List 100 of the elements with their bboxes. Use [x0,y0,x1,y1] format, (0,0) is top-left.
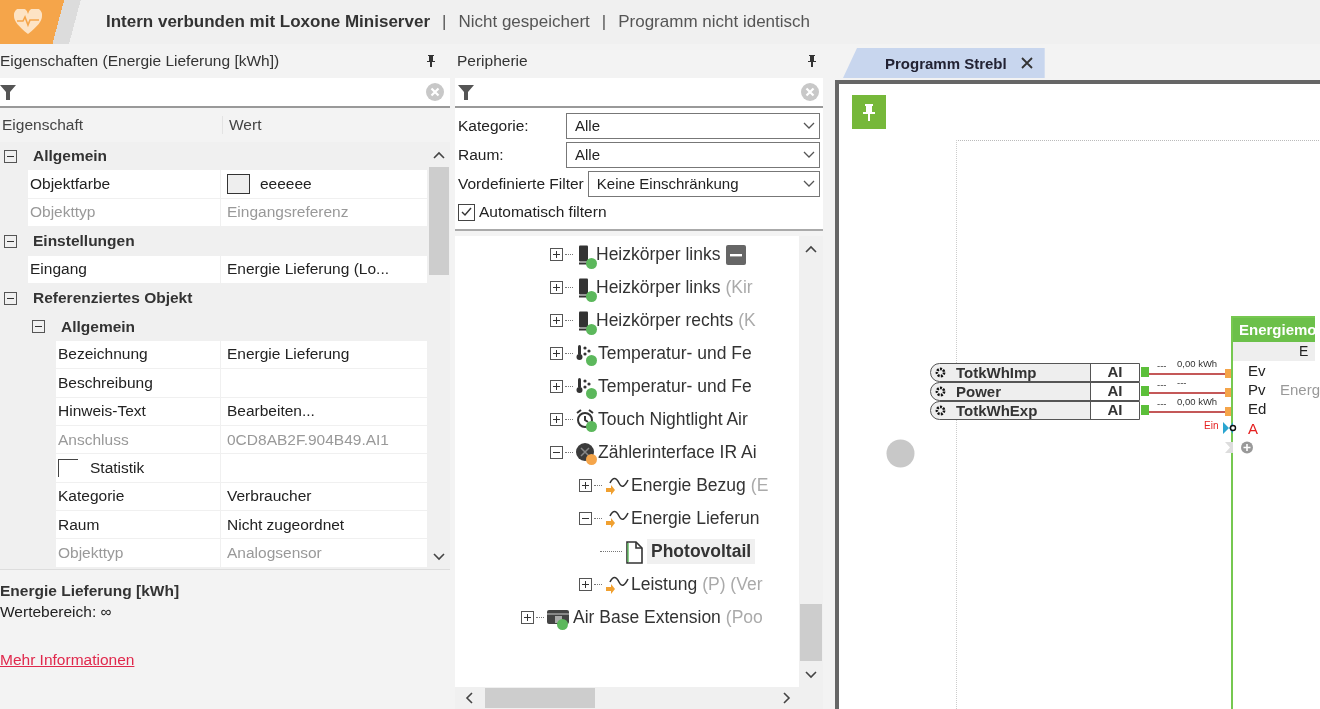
collapse-icon[interactable] [4,149,17,163]
dropdown-caret-icon [803,121,815,130]
editor-tab[interactable]: Programm Strebl [843,48,1045,78]
collapse-icon[interactable] [4,291,17,305]
description-text: Wertebereich: ∞ [0,602,113,622]
value-cell[interactable]: Energie Lieferung (Lo... [221,255,427,284]
value-cell[interactable]: Energie Lieferung [221,340,427,370]
status-text: Programm nicht identisch [618,12,810,32]
filter-field[interactable] [0,78,450,108]
minus-square-icon[interactable] [726,244,747,265]
property-value[interactable]: Bearbeiten... [227,402,315,421]
separator-text: | [601,12,607,32]
scroll-down-icon[interactable] [805,669,817,679]
scroll-up-icon[interactable] [805,245,817,255]
property-value[interactable]: Verbraucher [227,487,312,506]
close-icon[interactable] [1020,57,1033,69]
signal-value: --- [1157,398,1167,409]
tree-item[interactable]: Heizkörper links [596,244,721,265]
column-header[interactable]: Eigenschaft [0,116,223,134]
expand-icon[interactable] [550,314,563,327]
tree-item[interactable]: Photovoltail [647,539,756,564]
value-cell[interactable]: eeeeee [221,170,427,199]
input-type: AI [1090,383,1139,400]
tree-item[interactable]: Energie Bezug (E [631,475,769,496]
dropdown[interactable]: Alle [566,112,820,139]
expand-icon[interactable] [550,347,563,360]
filter-label: Vordefinierte Filter [458,174,584,193]
panel-title: Peripherie [457,52,528,70]
tree-item[interactable]: Heizkörper rechts (K [596,310,756,331]
group-label: Einstellungen [33,232,135,251]
property-name: Anschluss [58,430,129,449]
dropdown[interactable]: Keine Einschränkung [587,170,820,197]
expand-icon[interactable] [579,479,592,492]
checkbox[interactable] [58,459,78,477]
circle-handle[interactable] [886,439,915,468]
signal-value: 0,00 kWh [1177,358,1218,369]
scroll-left-icon[interactable] [465,692,475,704]
collapse-icon[interactable] [579,512,592,525]
radiator-icon [578,277,589,298]
input-hint: Ein [1204,420,1219,431]
collapse-icon[interactable] [32,320,45,334]
property-value[interactable]: Nicht zugeordnet [227,515,345,534]
property-name: Hinweis-Text [58,402,146,421]
tree-item[interactable]: Touch Nightlight Air [598,409,748,430]
column-header[interactable]: Wert [223,116,262,134]
filter-label: Kategorie: [458,116,530,135]
tree-item[interactable]: Temperatur- und Fe [598,376,752,397]
tree-item[interactable]: Energie Lieferun [631,508,760,529]
block-title: Energiemo [1233,318,1315,342]
tree-item[interactable]: Zählerinterface IR Ai [598,442,757,463]
scroll-up-icon[interactable] [432,151,445,161]
checkbox-label: Automatisch filtern [479,203,607,221]
property-value: Eingangsreferenz [227,203,349,222]
property-value[interactable]: eeeeee [260,175,312,194]
scrollbar-thumb[interactable] [428,167,449,275]
collapse-icon[interactable] [550,446,563,459]
property-value[interactable]: Energie Lieferung (Lo... [227,260,389,279]
gear-icon [935,367,946,378]
tree-item[interactable]: Heizkörper links (Kir [596,277,753,298]
expand-icon[interactable] [550,380,563,393]
expand-icon[interactable] [579,578,592,591]
expand-icon[interactable] [521,611,534,624]
tree-item[interactable]: Air Base Extension (Poo [573,607,763,628]
add-input-icon[interactable] [1225,440,1255,454]
group-label: Referenziertes Objekt [33,289,193,308]
input-block[interactable]: TotkWhExp AI [930,401,1140,420]
more-info-link[interactable]: Mehr Informationen [0,649,135,670]
expand-icon[interactable] [550,413,563,426]
checkbox[interactable] [458,203,475,221]
filter-icon [0,84,16,100]
tree-item[interactable]: Leistung (P) (Ver [631,574,763,595]
input-block[interactable]: Power AI [930,382,1140,401]
value-cell[interactable]: Nicht zugeordnet [221,511,427,540]
inverted-input-icon [1223,421,1237,434]
scrollbar-thumb[interactable] [800,604,822,661]
panel-title: Eigenschaften (Energie Lieferung [kWh]) [0,52,280,70]
signal-value: --- [1157,379,1167,390]
value-cell[interactable]: Bearbeiten... [221,397,427,426]
tree-item[interactable]: Temperatur- und Fe [598,343,752,364]
input-type: AI [1090,402,1139,419]
filter-field[interactable] [455,78,823,108]
pin-icon[interactable] [807,55,817,67]
expand-icon[interactable] [550,281,563,294]
dropdown[interactable]: Alle [566,141,820,168]
input-block[interactable]: TotkWhImp AI [930,363,1140,382]
scroll-right-icon[interactable] [781,692,791,704]
description-title: Energie Lieferung [kWh] [0,581,181,601]
property-name: Objektfarbe [30,175,111,194]
property-name: Raum [58,515,100,534]
pin-icon[interactable] [426,55,436,67]
gear-icon [935,405,946,416]
property-value[interactable]: Energie Lieferung [227,345,350,364]
signal-value: --- [1157,360,1167,371]
document-icon [624,539,646,564]
scroll-down-icon[interactable] [432,551,445,561]
filter-label: Raum: [458,145,505,164]
value-cell[interactable]: Verbraucher [221,482,427,512]
color-swatch[interactable] [227,174,250,195]
expand-icon[interactable] [550,248,563,261]
collapse-icon[interactable] [4,234,17,248]
